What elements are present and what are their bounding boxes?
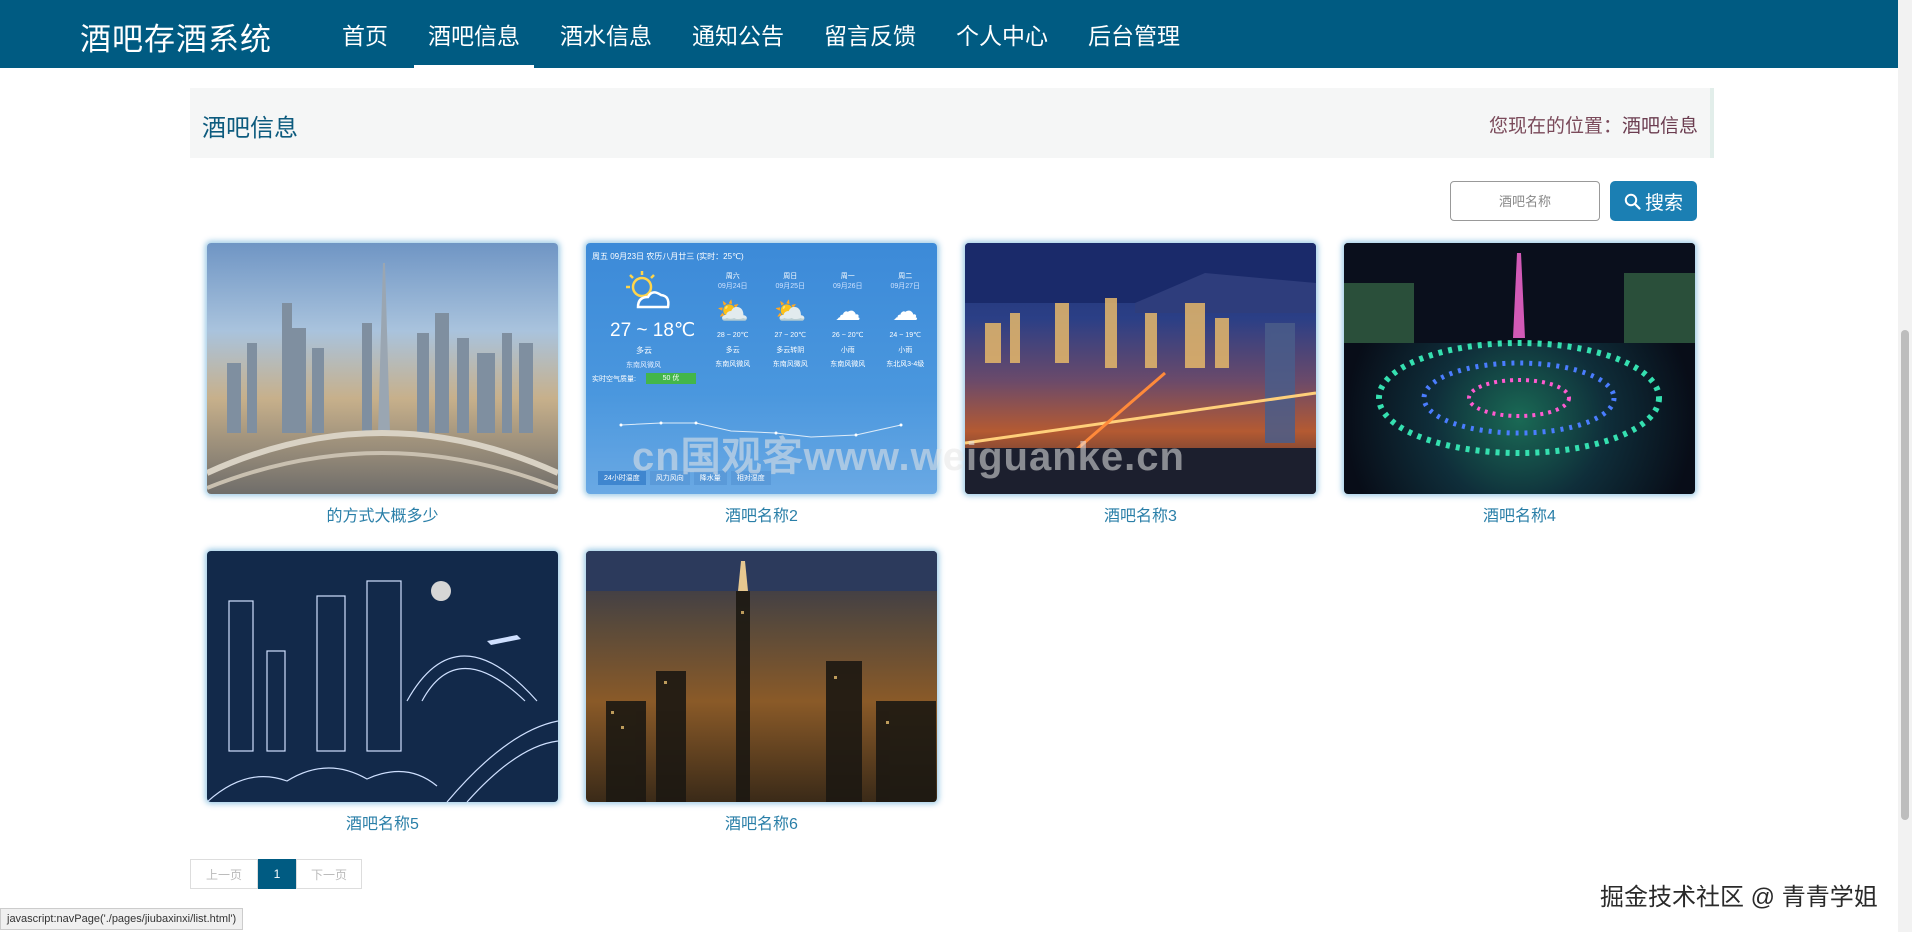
- corner-watermark: 掘金技术社区 @ 青青学姐: [1600, 884, 1878, 911]
- breadcrumb-prefix: 您现在的位置：: [1488, 116, 1622, 137]
- sun-cloud-icon: ⛅: [774, 296, 807, 326]
- weather-header: 周五 09月23日 农历八月廿三 (实时：25℃): [592, 252, 744, 261]
- page-number-button[interactable]: 1: [258, 859, 296, 889]
- bar-name[interactable]: 酒吧名称4: [1344, 502, 1695, 526]
- forecast-temp: 24 ~ 19℃: [889, 332, 921, 339]
- sun-cloud-icon: [626, 271, 670, 309]
- aqi-label: 实时空气质量:: [592, 376, 636, 383]
- bar-image[interactable]: [1344, 243, 1695, 494]
- bar-name[interactable]: 酒吧名称3: [965, 502, 1316, 526]
- forecast-temp: 26 ~ 20℃: [832, 332, 864, 339]
- search-icon: [1624, 193, 1641, 210]
- bar-name[interactable]: 的方式大概多少: [207, 502, 558, 526]
- forecast-weekday: 周二: [898, 273, 913, 280]
- forecast-wind: 东南风微风: [772, 361, 808, 368]
- breadcrumb: 您现在的位置：酒吧信息: [1489, 111, 1698, 138]
- forecast-wind: 东南风微风: [830, 361, 866, 368]
- page-title: 酒吧信息: [202, 115, 298, 142]
- forecast-wind: 东南风微风: [715, 361, 751, 368]
- prev-page-button[interactable]: 上一页: [190, 859, 258, 889]
- today-desc: 多云: [636, 346, 652, 355]
- bar-name[interactable]: 酒吧名称5: [207, 810, 558, 834]
- next-page-button[interactable]: 下一页: [296, 859, 362, 889]
- bar-image[interactable]: [586, 551, 937, 802]
- bar-name[interactable]: 酒吧名称6: [586, 810, 937, 834]
- bar-card[interactable]: 酒吧名称4: [1344, 243, 1695, 526]
- nav-item-admin[interactable]: 后台管理: [1068, 0, 1200, 68]
- page: 酒吧存酒系统 首页 酒吧信息 酒水信息 通知公告 留言反馈 个人中心 后台管理 …: [0, 0, 1912, 932]
- nav-item-notices[interactable]: 通知公告: [672, 0, 804, 68]
- page-title-bar: 酒吧信息 您现在的位置：酒吧信息: [190, 88, 1714, 158]
- forecast-desc: 多云: [725, 347, 740, 354]
- bar-card[interactable]: 的方式大概多少: [207, 243, 558, 526]
- aqi-badge: 50 优: [646, 373, 696, 384]
- forecast-day: 周一 09月26日 ☁ 26 ~ 20℃ 小雨 东南风微风: [819, 271, 877, 369]
- nav-item-home[interactable]: 首页: [322, 0, 408, 68]
- nav-item-drinks-info[interactable]: 酒水信息: [540, 0, 672, 68]
- today-wind: 东南风微风: [626, 362, 661, 369]
- forecast-day: 周六 09月24日 ⛅ 28 ~ 20℃ 多云 东南风微风: [704, 271, 762, 369]
- forecast-weekday: 周六: [725, 273, 740, 280]
- today-temp: 27 ~ 18℃: [610, 320, 696, 341]
- nav-item-bar-info[interactable]: 酒吧信息: [408, 0, 540, 68]
- forecast-weekday: 周一: [840, 273, 855, 280]
- forecast-temp: 27 ~ 20℃: [774, 332, 806, 339]
- top-nav: 酒吧存酒系统 首页 酒吧信息 酒水信息 通知公告 留言反馈 个人中心 后台管理: [0, 0, 1898, 68]
- bar-card[interactable]: 周五 09月23日 农历八月廿三 (实时：25℃) 27 ~ 18℃ 多云 东南…: [586, 243, 937, 526]
- forecast-date: 09月27日: [890, 283, 921, 290]
- bar-card[interactable]: 酒吧名称5: [207, 551, 558, 834]
- forecast-desc: 小雨: [898, 347, 913, 354]
- rain-cloud-icon: ☁: [834, 296, 861, 326]
- forecast-days: 周六 09月24日 ⛅ 28 ~ 20℃ 多云 东南风微风 周日 09月25日 …: [704, 271, 934, 369]
- rain-cloud-icon: ☁: [892, 296, 919, 326]
- bar-card[interactable]: 酒吧名称3: [965, 243, 1316, 526]
- overlay-watermark: cn国观客www.weiguanke.cn: [632, 435, 1185, 479]
- browser-status-bar: javascript:navPage('./pages/jiubaxinxi/l…: [0, 908, 244, 930]
- forecast-temp: 28 ~ 20℃: [717, 332, 749, 339]
- search-button[interactable]: 搜索: [1610, 181, 1697, 221]
- breadcrumb-current[interactable]: 酒吧信息: [1622, 116, 1698, 137]
- bar-card[interactable]: 酒吧名称6: [586, 551, 937, 834]
- forecast-date: 09月24日: [717, 283, 748, 290]
- bar-name-search-input[interactable]: [1450, 181, 1600, 221]
- bar-name[interactable]: 酒吧名称2: [586, 502, 937, 526]
- forecast-wind: 东北风3-4级: [886, 361, 925, 368]
- forecast-weekday: 周日: [783, 273, 798, 280]
- forecast-day: 周日 09月25日 ⛅ 27 ~ 20℃ 多云转阴 东南风微风: [762, 271, 820, 369]
- bar-image[interactable]: [207, 551, 558, 802]
- search-button-label: 搜索: [1644, 192, 1683, 214]
- scrollbar-thumb[interactable]: [1901, 330, 1909, 820]
- site-brand[interactable]: 酒吧存酒系统: [80, 14, 272, 59]
- nav-list: 首页 酒吧信息 酒水信息 通知公告 留言反馈 个人中心 后台管理: [322, 0, 1200, 68]
- forecast-date: 09月26日: [832, 283, 863, 290]
- bar-image[interactable]: [207, 243, 558, 494]
- forecast-desc: 多云转阴: [776, 347, 805, 354]
- forecast-desc: 小雨: [840, 347, 855, 354]
- forecast-date: 09月25日: [775, 283, 806, 290]
- forecast-day: 周二 09月27日 ☁ 24 ~ 19℃ 小雨 东北风3-4级: [877, 271, 935, 369]
- nav-item-profile[interactable]: 个人中心: [936, 0, 1068, 68]
- sun-cloud-icon: ⛅: [716, 296, 749, 326]
- pagination: 上一页 1 下一页: [190, 859, 362, 889]
- nav-item-feedback[interactable]: 留言反馈: [804, 0, 936, 68]
